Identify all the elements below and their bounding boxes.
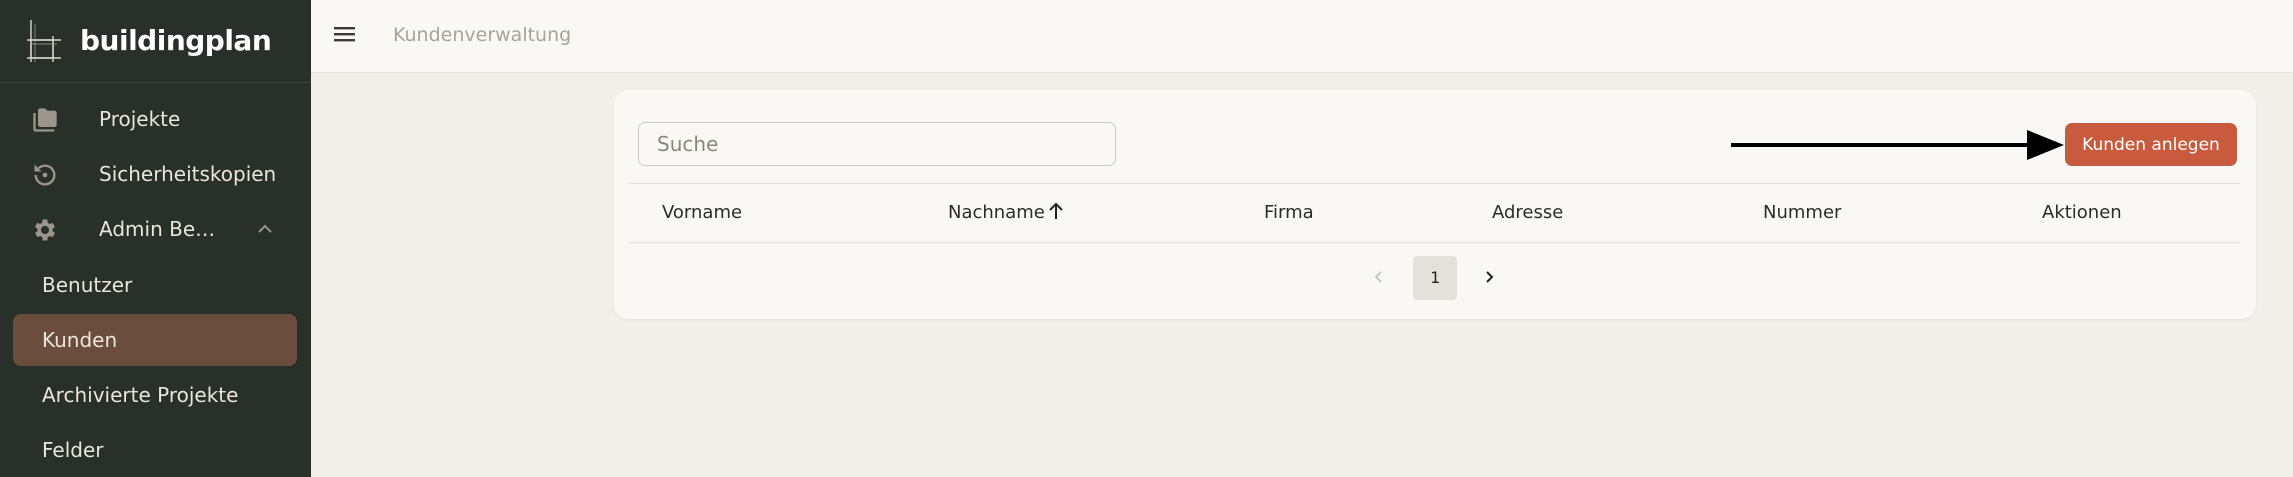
column-header-nachname[interactable]: Nachname [948, 202, 1064, 223]
sidebar-item-kunden[interactable]: Kunden [13, 314, 297, 366]
column-header-nummer[interactable]: Nummer [1763, 202, 1841, 223]
sidebar-item-benutzer[interactable]: Benutzer [13, 259, 297, 311]
arrow-up-icon [1049, 202, 1063, 219]
app-name: buildingplan [80, 24, 272, 57]
sidebar-item-felder[interactable]: Felder [13, 424, 297, 476]
sidebar-item-label: Sicherheitskopien [99, 162, 277, 186]
brand[interactable]: buildingplan [0, 0, 311, 83]
sidebar-item-label: Kunden [42, 328, 118, 352]
folder-icon [33, 108, 57, 132]
arrow-annotation [1731, 130, 2064, 160]
table-header: Vorname Nachname Firma Adresse Nummer Ak… [628, 183, 2240, 243]
sidebar-item-label: Admin Be… [99, 217, 216, 241]
history-icon [34, 164, 56, 186]
add-customer-button[interactable]: Kunden anlegen [2065, 123, 2237, 166]
sidebar-item-label: Archivierte Projekte [42, 383, 239, 407]
page-title: Kundenverwaltung [393, 24, 572, 46]
sidebar: buildingplan Projekte Sicherheitskopien … [0, 0, 311, 477]
column-header-aktionen: Aktionen [2042, 202, 2122, 223]
sidebar-item-label: Felder [42, 438, 104, 462]
topbar: Kundenverwaltung [311, 0, 2293, 73]
page-button[interactable]: 1 [1413, 256, 1457, 300]
chevron-right-icon[interactable] [1476, 264, 1502, 290]
pagination: 1 [614, 256, 2256, 300]
column-header-adresse[interactable]: Adresse [1492, 202, 1563, 223]
sidebar-item-projekte[interactable]: Projekte [13, 93, 297, 145]
column-header-vorname[interactable]: Vorname [662, 202, 742, 223]
sidebar-item-archivierte-projekte[interactable]: Archivierte Projekte [13, 369, 297, 421]
sidebar-item-admin[interactable]: Admin Be… [13, 203, 297, 255]
chevron-up-icon[interactable] [255, 219, 275, 239]
sidebar-item-label: Benutzer [42, 273, 133, 297]
menu-icon[interactable] [330, 20, 360, 48]
column-header-firma[interactable]: Firma [1264, 202, 1314, 223]
search-input[interactable] [638, 122, 1116, 166]
sidebar-item-label: Projekte [99, 107, 181, 131]
gear-icon [34, 219, 56, 241]
customers-card: Kunden anlegen Vorname Nachname Firma Ad… [614, 90, 2256, 319]
chevron-left-icon[interactable] [1366, 264, 1392, 290]
logo-icon [27, 20, 61, 62]
sidebar-item-sicherheitskopien[interactable]: Sicherheitskopien [13, 148, 297, 200]
column-header-label: Nachname [948, 202, 1045, 223]
